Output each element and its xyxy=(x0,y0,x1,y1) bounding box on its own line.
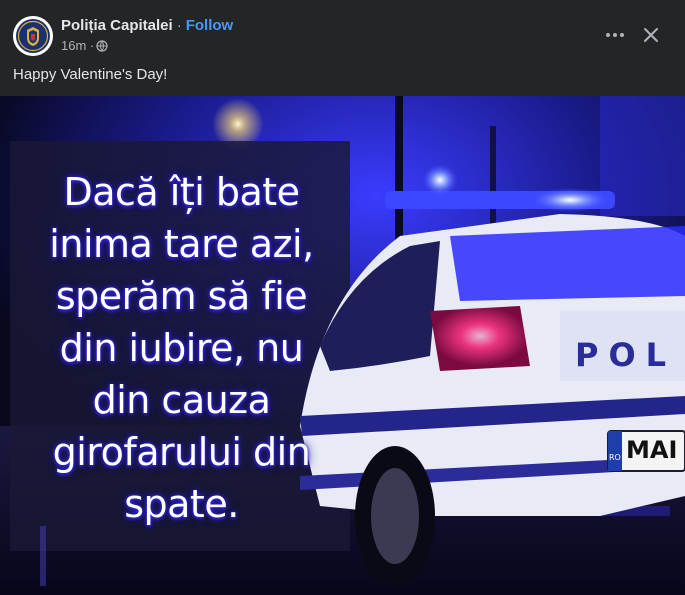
post-author-row: Poliția Capitalei · Follow xyxy=(61,17,233,34)
close-icon xyxy=(644,28,658,42)
follow-button[interactable]: Follow xyxy=(186,17,234,34)
post-caption: Happy Valentine's Day! xyxy=(13,66,168,83)
post-meta: 16m · xyxy=(61,38,108,53)
police-crest-icon xyxy=(13,16,53,56)
post-header: Poliția Capitalei · Follow 16m · Happy V… xyxy=(0,0,685,96)
facebook-post: Poliția Capitalei · Follow 16m · Happy V… xyxy=(0,0,685,595)
more-horizontal-icon xyxy=(606,33,624,37)
post-timestamp[interactable]: 16m · xyxy=(61,38,94,53)
image-overlay-text: Dacă îți bate inima tare azi, sperăm să … xyxy=(10,166,353,530)
overlay-line: Dacă îți bate xyxy=(63,170,300,214)
overlay-line: spate. xyxy=(124,482,239,526)
overlay-line: din iubire, nu xyxy=(59,326,304,370)
separator-dot: · xyxy=(176,17,182,34)
overlay-line: sperăm să fie xyxy=(55,274,308,318)
post-image[interactable]: Dacă îți bate inima tare azi, sperăm să … xyxy=(0,96,685,595)
globe-icon xyxy=(96,39,108,52)
more-options-button[interactable] xyxy=(600,20,630,50)
overlay-line: inima tare azi, xyxy=(49,222,314,266)
overlay-line: din cauza xyxy=(92,378,271,422)
page-avatar[interactable] xyxy=(13,16,53,56)
overlay-line: girofarului din xyxy=(52,430,311,474)
close-button[interactable] xyxy=(636,20,666,50)
car-door-text: POL xyxy=(575,336,677,374)
plate-prefix: RO xyxy=(609,453,621,462)
page-name-link[interactable]: Poliția Capitalei xyxy=(61,17,173,34)
plate-text: MAI xyxy=(626,436,678,464)
